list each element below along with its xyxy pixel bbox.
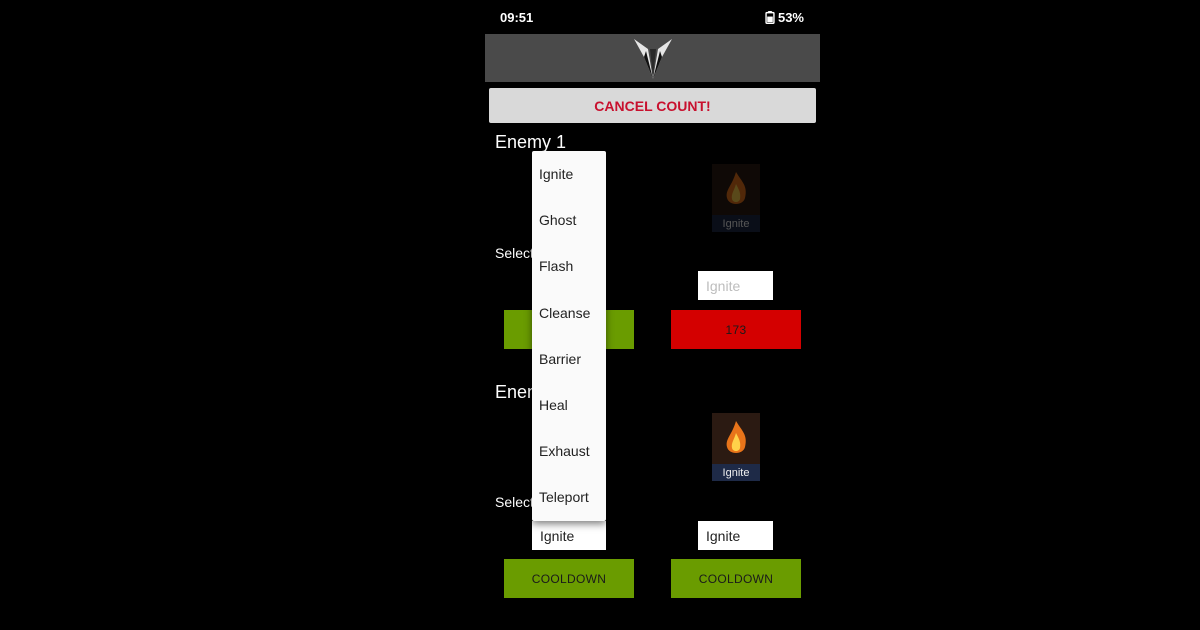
enemy-2-cooldown-button-left[interactable]: COOLDOWN	[504, 559, 634, 598]
status-bar: 09:51 53%	[485, 0, 820, 34]
fire-icon	[712, 413, 760, 464]
enemy-2-spell-select[interactable]: Ignite	[532, 521, 606, 550]
fire-icon	[712, 164, 760, 215]
enemy-1-title: Enemy 1	[495, 132, 567, 152]
enemy-2-spell-icon[interactable]: Ignite	[712, 413, 760, 481]
dropdown-option-ghost[interactable]: Ghost	[532, 197, 606, 243]
enemy-1-timer-button[interactable]: 173	[671, 310, 801, 349]
enemy-2-spell-field[interactable]: Ignite	[698, 521, 773, 550]
dropdown-option-exhaust[interactable]: Exhaust	[532, 428, 606, 474]
status-right: 53%	[765, 10, 804, 25]
dropdown-option-cleanse[interactable]: Cleanse	[532, 290, 606, 336]
enemy-1-select-label: Select	[495, 245, 534, 261]
battery-icon	[765, 11, 775, 24]
enemy-1-spell-field[interactable]: Ignite	[698, 271, 773, 300]
spell-dropdown-menu: Ignite Ghost Flash Cleanse Barrier Heal …	[532, 151, 606, 521]
battery-percent: 53%	[777, 10, 804, 25]
dropdown-option-ignite[interactable]: Ignite	[532, 151, 606, 197]
dropdown-option-heal[interactable]: Heal	[532, 382, 606, 428]
helmet-logo-icon	[633, 39, 672, 79]
status-time: 09:51	[500, 10, 534, 25]
dropdown-option-flash[interactable]: Flash	[532, 243, 606, 289]
enemy-2-cooldown-button-right[interactable]: COOLDOWN	[671, 559, 801, 598]
dropdown-option-barrier[interactable]: Barrier	[532, 336, 606, 382]
enemy-2-icon-caption: Ignite	[712, 464, 760, 481]
enemy-1-icon-caption: Ignite	[712, 215, 760, 232]
cancel-count-button[interactable]: CANCEL COUNT!	[489, 88, 816, 123]
enemy-1-spell-icon[interactable]: Ignite	[712, 164, 760, 232]
enemy-2-select-label: Select	[495, 494, 534, 510]
phone-screen: 09:51 53% CANCEL COUNT! Enemy 1 Ignite S…	[485, 0, 820, 630]
app-header	[485, 34, 820, 82]
dropdown-option-teleport[interactable]: Teleport	[532, 474, 606, 520]
